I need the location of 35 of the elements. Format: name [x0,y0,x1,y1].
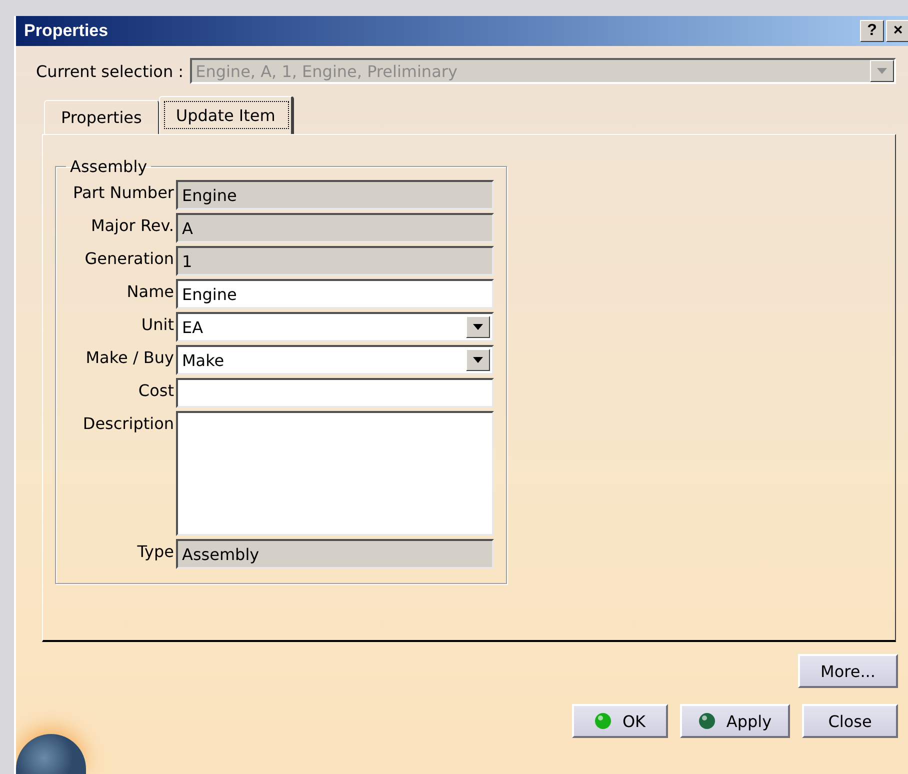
readonly-field: 1 [176,246,494,276]
tab[interactable]: Update Item [158,96,294,134]
help-button[interactable]: ? [860,20,884,42]
ok-button[interactable]: OK [572,704,668,738]
current-selection-label: Current selection : [36,62,184,80]
field-label: Description [82,413,174,435]
ball-icon [698,712,716,730]
field-label: Generation [84,248,174,270]
ball-icon [594,712,612,730]
tab[interactable]: Properties [44,100,159,134]
dropdown-field[interactable]: Make [176,345,494,375]
field-label: Type [136,541,174,563]
field-label: Major Rev. [90,215,174,237]
field-label: Cost [137,380,174,402]
field-label: Part Number [72,182,174,204]
group-title: Assembly [69,157,148,176]
dropdown-field[interactable]: EA [176,312,494,342]
readonly-field: Assembly [176,539,494,569]
field-label: Name [126,281,174,303]
dropdown-arrow-icon [473,324,483,330]
apply-button[interactable]: Apply [680,704,790,738]
readonly-field: A [176,213,494,243]
plain-button[interactable]: Close [802,704,898,738]
more-button[interactable]: More... [798,654,898,688]
globe-logo-icon [16,734,86,774]
window-title: Properties [24,21,108,41]
field-label: Make / Buy [84,347,174,369]
input-field[interactable] [176,378,494,408]
readonly-field: Engine [176,180,494,210]
dropdown-arrow-icon [473,357,483,363]
text-area[interactable] [176,411,494,536]
close-button[interactable]: × [886,20,908,42]
field-label: Unit [140,314,174,336]
input-field[interactable]: Engine [176,279,494,309]
dropdown-arrow-icon [877,68,887,74]
